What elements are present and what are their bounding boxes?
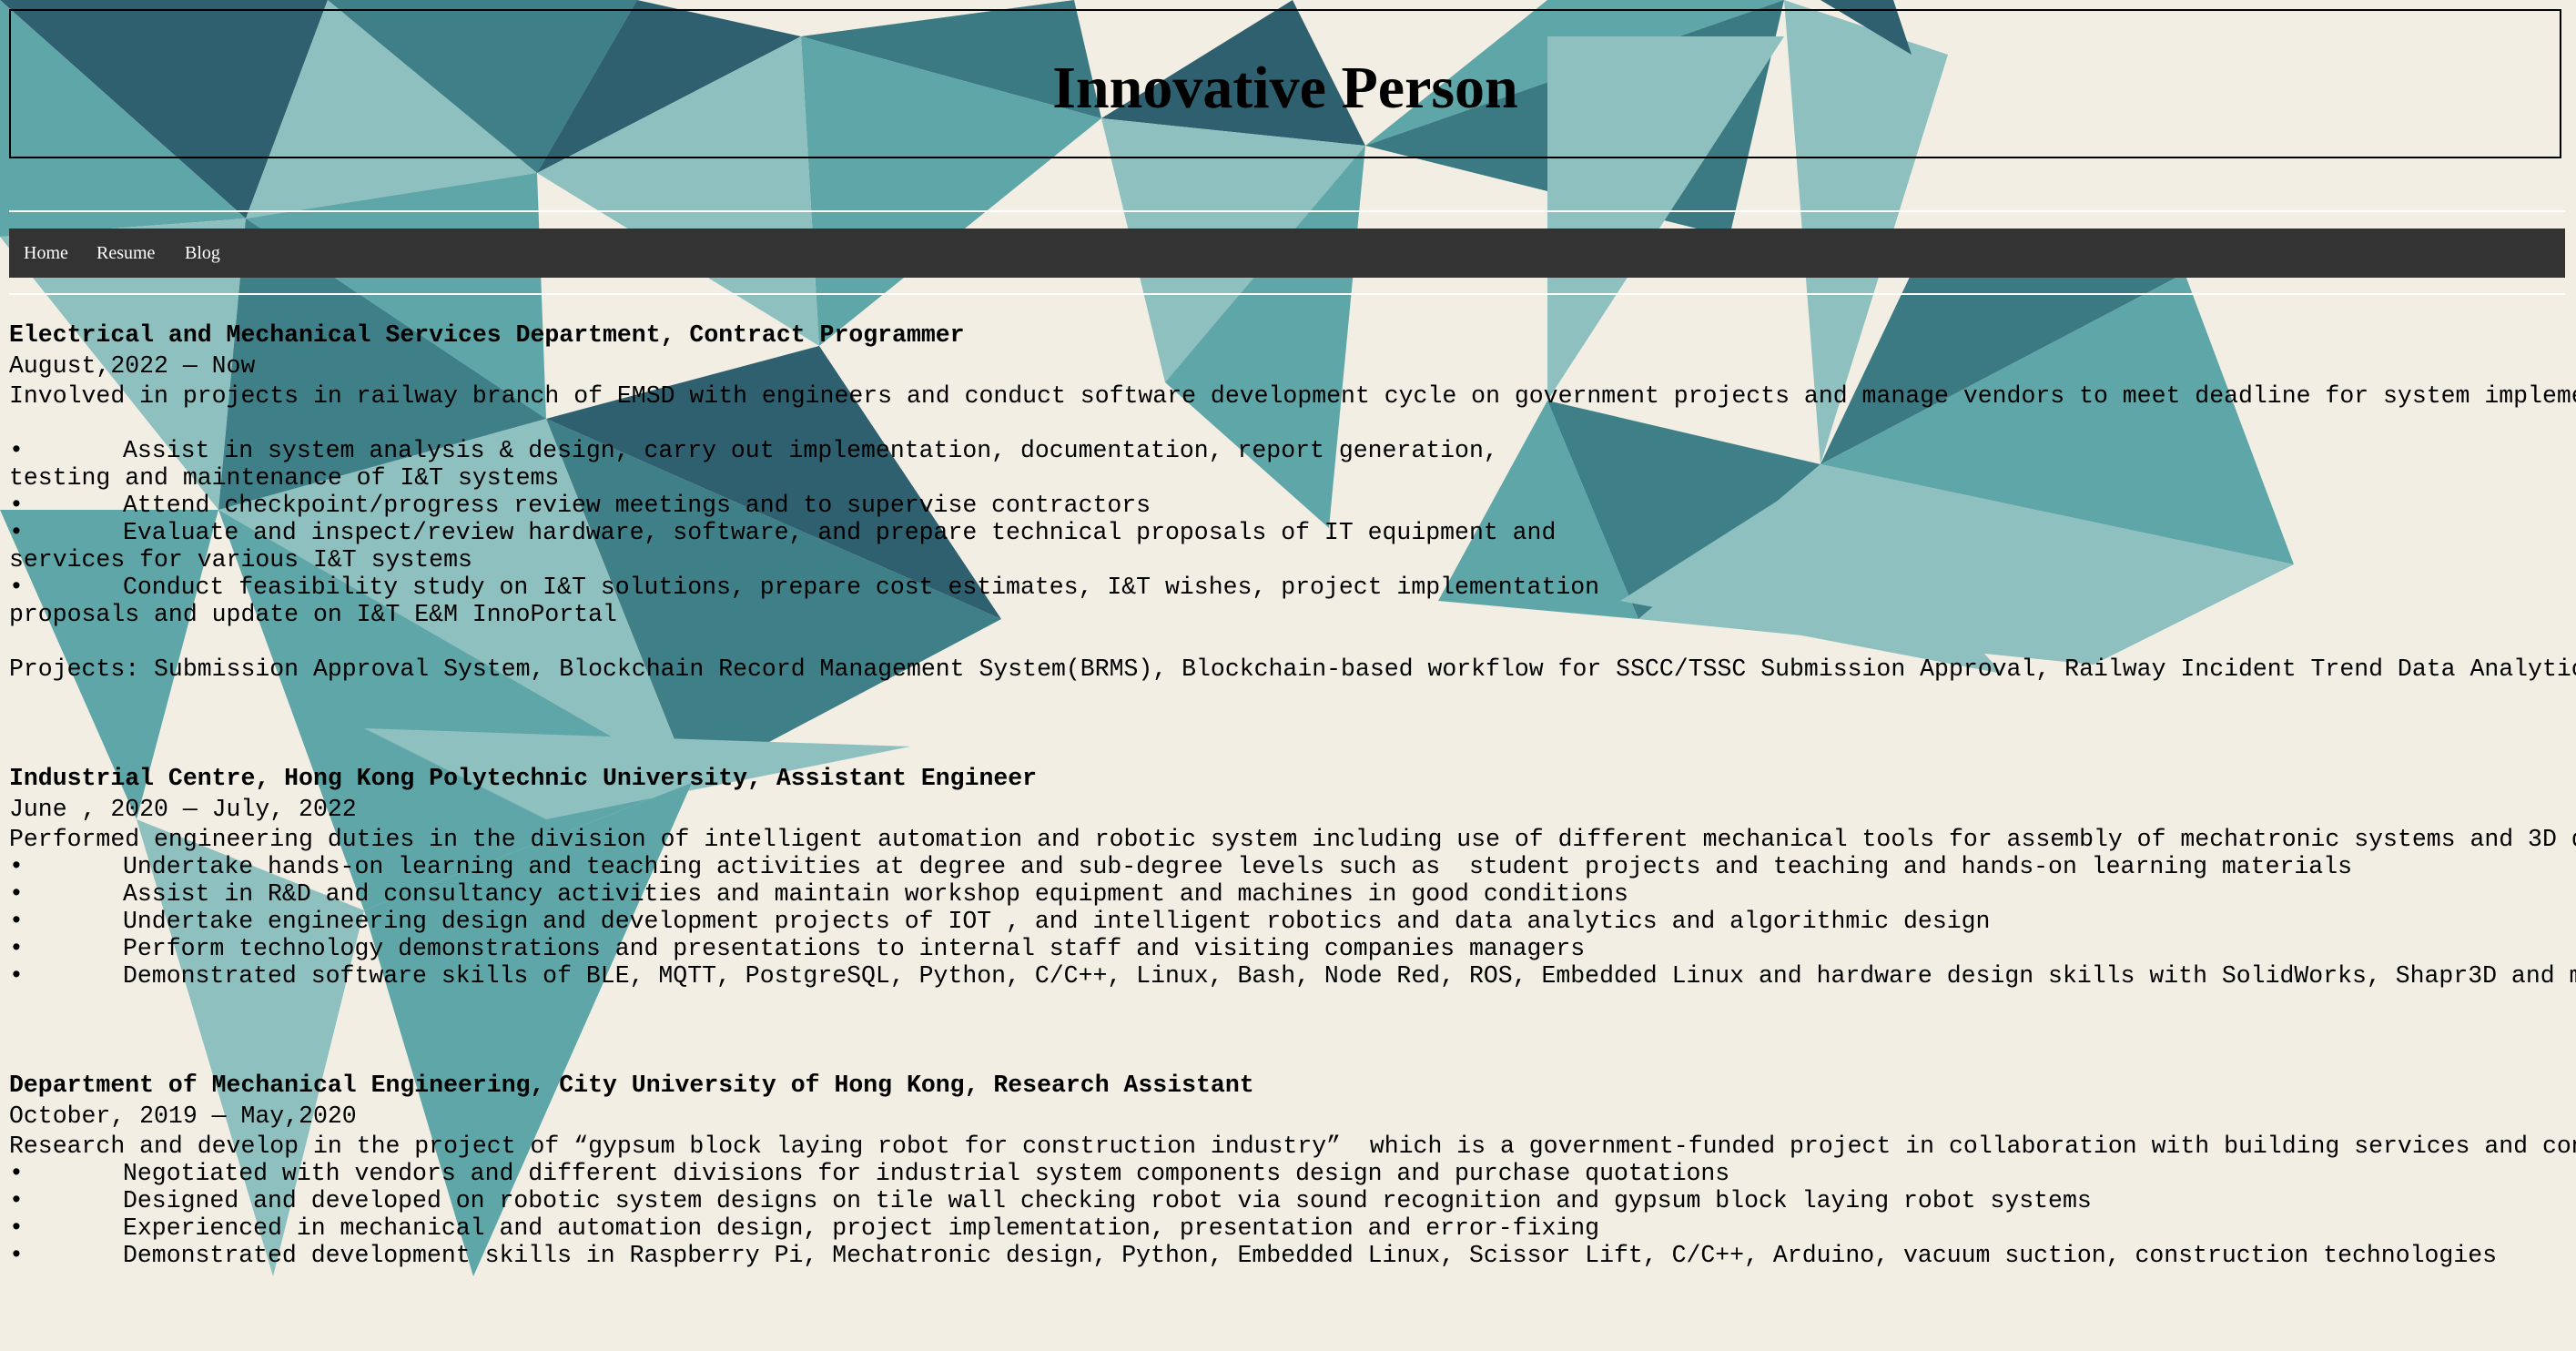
list-item-text: Negotiated with vendors and different di… <box>123 1160 1730 1187</box>
bullet-icon: • <box>9 519 24 546</box>
list-item-text: Assist in R&D and consultancy activities… <box>123 880 1628 908</box>
list-item: • Attend checkpoint/progress review meet… <box>9 492 2576 519</box>
list-item-text: Perform technology demonstrations and pr… <box>123 935 1586 962</box>
list-item-text: Demonstrated software skills of BLE, MQT… <box>123 962 2576 990</box>
bullet-icon: • <box>9 880 24 908</box>
list-item: • Assist in system analysis & design, ca… <box>9 437 2576 464</box>
bullet-icon: • <box>9 908 24 935</box>
list-item-continuation: proposals and update on I&T E&M InnoPort… <box>9 601 617 628</box>
list-item: • Undertake engineering design and devel… <box>9 908 2576 935</box>
job-summary: Research and develop in the project of “… <box>9 1133 2576 1160</box>
job-dates: October, 2019 — May,2020 <box>9 1102 357 1130</box>
list-item-text: Conduct feasibility study on I&T solutio… <box>123 574 1600 601</box>
list-item-text: Undertake engineering design and develop… <box>123 908 1991 935</box>
list-item-text: Evaluate and inspect/review hardware, so… <box>123 519 1557 546</box>
list-item-continuation: services for various I&T systems <box>9 546 472 574</box>
list-item: • Undertake hands-on learning and teachi… <box>9 853 2576 880</box>
bullet-icon: • <box>9 935 24 962</box>
site-header: Innovative Person <box>9 9 2561 158</box>
list-item-continuation: testing and maintenance of I&T systems <box>9 464 560 492</box>
list-item: • Experienced in mechanical and automati… <box>9 1214 2576 1242</box>
list-item-text: Designed and developed on robotic system… <box>123 1187 2092 1214</box>
job-summary: Involved in projects in railway branch o… <box>9 382 2576 410</box>
nav-resume-link[interactable]: Resume <box>96 243 155 264</box>
bullet-icon: • <box>9 1242 24 1269</box>
list-item: • Evaluate and inspect/review hardware, … <box>9 519 2576 546</box>
bullet-icon: • <box>9 962 24 990</box>
bullet-icon: • <box>9 1214 24 1242</box>
job-dates: August,2022 — Now <box>9 352 256 380</box>
nav-home-link[interactable]: Home <box>24 243 68 264</box>
job-title: Department of Mechanical Engineering, Ci… <box>9 1072 1254 1099</box>
list-item-text: Demonstrated development skills in Raspb… <box>123 1242 2498 1269</box>
nav-blog-link[interactable]: Blog <box>185 243 220 264</box>
top-navigation: Home Resume Blog <box>9 229 2565 278</box>
bullet-icon: • <box>9 492 24 519</box>
list-item: • Conduct feasibility study on I&T solut… <box>9 574 2576 601</box>
list-item-text: Undertake hands-on learning and teaching… <box>123 853 2352 880</box>
nav-divider <box>9 293 2565 295</box>
list-item: • Designed and developed on robotic syst… <box>9 1187 2576 1214</box>
job-title: Industrial Centre, Hong Kong Polytechnic… <box>9 765 1038 792</box>
bullet-icon: • <box>9 574 24 601</box>
list-item-text: Experienced in mechanical and automation… <box>123 1214 1600 1242</box>
job-summary: Performed engineering duties in the divi… <box>9 826 2576 853</box>
list-item: • Negotiated with vendors and different … <box>9 1160 2576 1187</box>
job-projects: Projects: Submission Approval System, Bl… <box>9 655 2576 683</box>
bullet-icon: • <box>9 437 24 464</box>
site-title: Innovative Person <box>1052 55 1518 121</box>
list-item: • Demonstrated development skills in Ras… <box>9 1242 2576 1269</box>
bullet-icon: • <box>9 1187 24 1214</box>
list-item-text: Attend checkpoint/progress review meetin… <box>123 492 1151 519</box>
list-item-text: Assist in system analysis & design, carr… <box>123 437 1498 464</box>
list-item: • Demonstrated software skills of BLE, M… <box>9 962 2576 990</box>
header-divider <box>9 210 2565 212</box>
job-dates: June , 2020 — July, 2022 <box>9 796 357 823</box>
list-item: • Assist in R&D and consultancy activiti… <box>9 880 2576 908</box>
list-item: • Perform technology demonstrations and … <box>9 935 2576 962</box>
bullet-icon: • <box>9 853 24 880</box>
job-title: Electrical and Mechanical Services Depar… <box>9 321 965 349</box>
bullet-icon: • <box>9 1160 24 1187</box>
